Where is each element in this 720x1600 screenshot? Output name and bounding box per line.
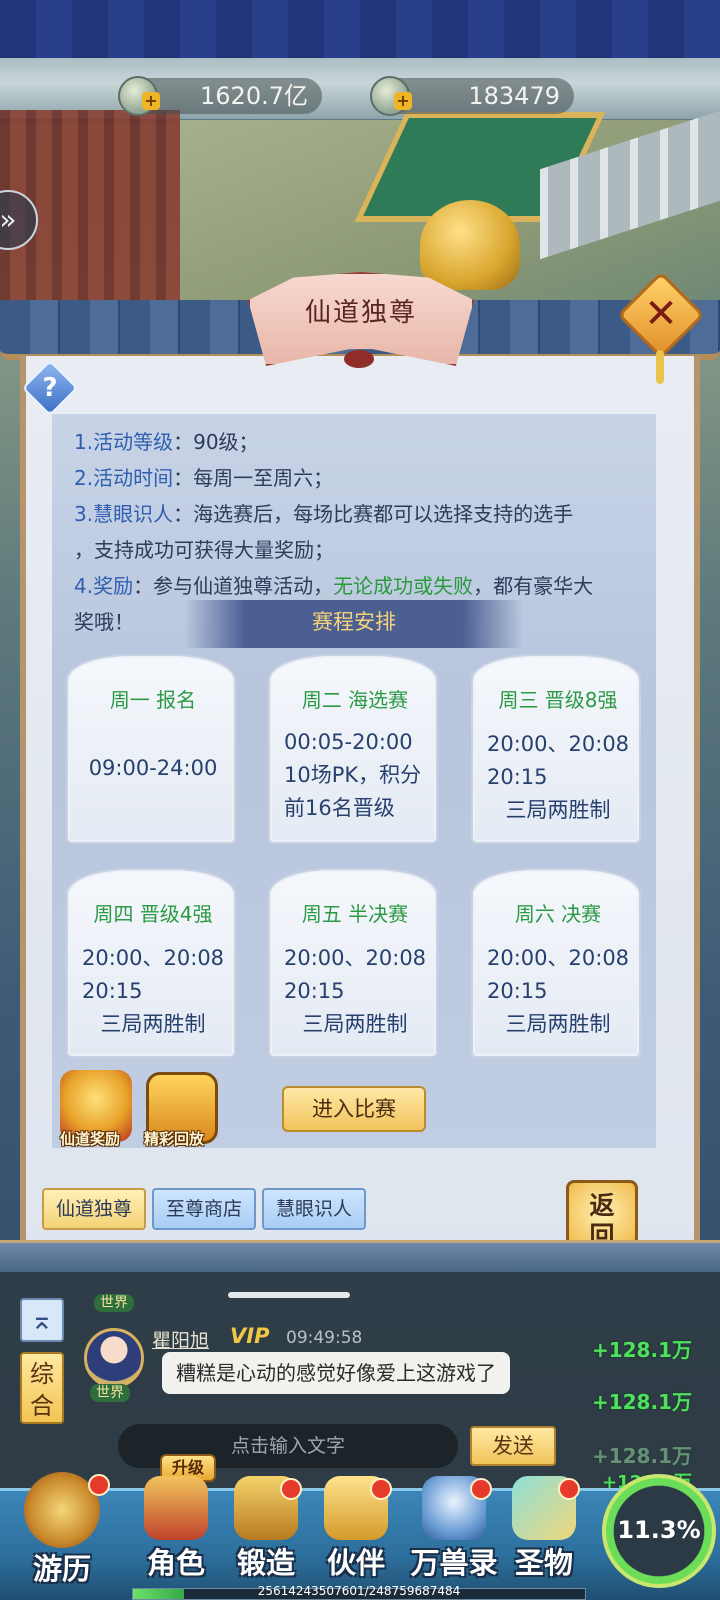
nav-item-forge[interactable]: 锻造: [224, 1476, 308, 1586]
add-gold-icon[interactable]: +: [142, 92, 160, 110]
card-line: 09:00-24:00: [88, 756, 218, 780]
gold-value: 1620.7亿: [200, 82, 308, 110]
rule-reward: 4.奖励：参与仙道独尊活动，无论成功或失败，都有豪华大: [74, 574, 594, 598]
card-line: 三局两胜制: [302, 1012, 408, 1036]
card-line: 20:00、20:08: [284, 946, 427, 970]
gain-popup: +128.1万: [591, 1390, 692, 1414]
card-line: 前16名晋级: [284, 796, 395, 820]
gold-counter[interactable]: + 1620.7亿: [118, 76, 322, 116]
tab-support[interactable]: 慧眼识人: [262, 1188, 366, 1230]
nav-item-beasts[interactable]: 万兽录: [402, 1476, 506, 1586]
rule-time: 2.活动时间：每周一至周六；: [74, 466, 334, 490]
avatar[interactable]: [84, 1328, 144, 1388]
tassel: [656, 350, 664, 384]
card-line: 20:15: [487, 979, 548, 1003]
gain-popup: +128.1万: [591, 1444, 692, 1468]
schedule-card-tue: 周二 海选赛 00:05-20:00 10场PK，积分 前16名晋级: [268, 654, 438, 844]
roof-tiles: [0, 0, 720, 60]
card-line: 20:15: [284, 979, 345, 1003]
card-line: 三局两胜制: [100, 1012, 206, 1036]
add-jade-icon[interactable]: +: [394, 92, 412, 110]
world-channel-tag: 世界: [94, 1294, 134, 1312]
replay-label[interactable]: 精彩回放: [144, 1128, 204, 1149]
card-line: 20:00、20:08: [487, 732, 630, 756]
schedule-title: 赛程安排: [312, 610, 396, 634]
card-head: 周一 报名: [109, 688, 197, 712]
card-head: 周六 决赛: [514, 902, 602, 926]
notification-dot: [558, 1478, 580, 1500]
card-line: 三局两胜制: [505, 1012, 611, 1036]
help-icon[interactable]: ?: [30, 368, 70, 408]
vip-badge: VIP: [230, 1324, 270, 1348]
nav-label: 游历: [32, 1552, 91, 1586]
fan-knob: [344, 350, 374, 368]
nav-label: 万兽录: [410, 1546, 498, 1580]
gain-popup: +128.1万: [591, 1338, 692, 1362]
nav-label: 锻造: [236, 1546, 295, 1580]
notification-dot: [470, 1478, 492, 1500]
nav-item-character[interactable]: 角色: [134, 1476, 218, 1586]
nav-item-travel[interactable]: 游历: [10, 1472, 114, 1586]
card-line: 20:00、20:08: [487, 946, 630, 970]
chat-username[interactable]: 瞿阳旭: [152, 1326, 209, 1353]
card-head: 周三 晋级8强: [498, 688, 618, 712]
jade-counter[interactable]: + 183479: [370, 76, 574, 116]
schedule-card-mon: 周一 报名 09:00-24:00: [66, 654, 236, 844]
nav-label: 伙伴: [326, 1546, 385, 1580]
schedule-card-wed: 周三 晋级8强 20:00、20:08 20:15 三局两胜制: [471, 654, 641, 844]
panel-title: 仙道独尊: [304, 298, 417, 328]
tab-xiandao[interactable]: 仙道独尊: [42, 1188, 146, 1230]
card-line: 三局两胜制: [505, 798, 611, 822]
nav-item-relic[interactable]: 圣物: [502, 1476, 586, 1586]
card-line: 20:00、20:08: [82, 946, 225, 970]
reward-label[interactable]: 仙道奖励: [60, 1128, 120, 1149]
panel-bottom-border: [0, 1240, 720, 1272]
experience-text: 25614243507601/248759687484: [257, 1584, 461, 1598]
nav-label: 圣物: [514, 1546, 573, 1580]
progress-percent: 11.3%: [617, 1516, 701, 1544]
card-line: 20:15: [82, 979, 143, 1003]
card-line: 20:15: [487, 765, 548, 789]
card-line: 10场PK，积分: [284, 763, 422, 787]
nav-label: 角色: [146, 1546, 205, 1580]
chat-channel-mixed-button[interactable]: 综合: [20, 1352, 64, 1424]
notification-dot: [370, 1478, 392, 1500]
tab-shop[interactable]: 至尊商店: [152, 1188, 256, 1230]
schedule-card-fri: 周五 半决赛 20:00、20:08 20:15 三局两胜制: [268, 868, 438, 1058]
collapse-up-icon[interactable]: ⌅: [20, 1298, 64, 1342]
chat-time: 09:49:58: [286, 1328, 363, 1348]
schedule-card-thu: 周四 晋级4强 20:00、20:08 20:15 三局两胜制: [66, 868, 236, 1058]
chat-drag-handle[interactable]: [228, 1292, 350, 1298]
close-icon[interactable]: ✕: [630, 284, 692, 346]
helmet-icon: [144, 1476, 208, 1540]
enter-match-button[interactable]: 进入比赛: [282, 1086, 426, 1132]
card-head: 周五 半决赛: [301, 902, 409, 926]
gold-urn: [420, 200, 520, 290]
world-channel-tag: 世界: [90, 1384, 130, 1402]
card-head: 周二 海选赛: [301, 688, 409, 712]
notification-dot: [88, 1474, 110, 1496]
schedule-card-sat: 周六 决赛 20:00、20:08 20:15 三局两胜制: [471, 868, 641, 1058]
rule-support: 3.慧眼识人：海选赛后，每场比赛都可以选择支持的选手: [74, 502, 574, 526]
notification-dot: [280, 1478, 302, 1500]
send-button[interactable]: 发送: [470, 1426, 556, 1466]
jade-value: 183479: [468, 82, 560, 110]
rule-support-cont: ，支持成功可获得大量奖励；: [74, 538, 334, 562]
card-line: 00:05-20:00: [284, 730, 413, 754]
nav-item-partner[interactable]: 伙伴: [314, 1476, 398, 1586]
rule-level: 1.活动等级：90级；: [74, 430, 259, 454]
card-head: 周四 晋级4强: [93, 902, 213, 926]
chat-message: 糟糕是心动的感觉好像爱上这游戏了: [162, 1352, 510, 1394]
